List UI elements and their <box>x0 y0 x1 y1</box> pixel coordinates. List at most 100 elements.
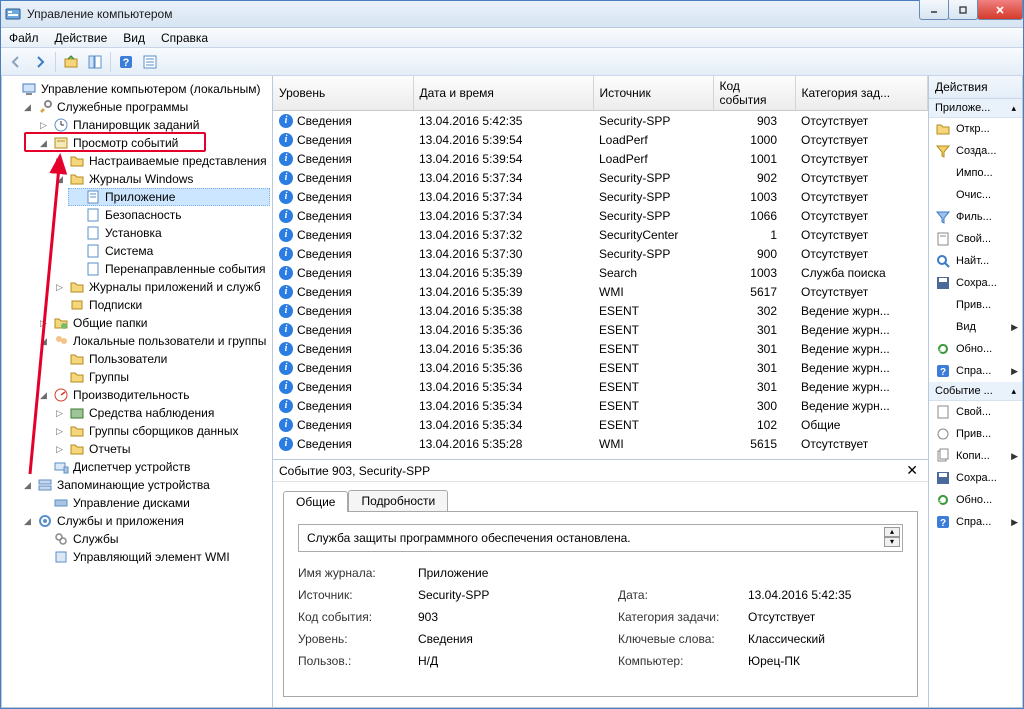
event-row[interactable]: iСведения13.04.2016 5:35:28WMI5615Отсутс… <box>273 434 928 453</box>
event-row[interactable]: iСведения13.04.2016 5:35:39WMI5617Отсутс… <box>273 282 928 301</box>
action-attach-task[interactable]: Прив... <box>929 294 1022 316</box>
menu-view[interactable]: Вид <box>115 29 153 47</box>
help-button[interactable]: ? <box>115 51 137 73</box>
tree-disk-management[interactable]: Управление дисками <box>36 494 270 512</box>
tree-wmi-control[interactable]: Управляющий элемент WMI <box>36 548 270 566</box>
actions-section-application[interactable]: Приложе...▴ <box>929 99 1022 118</box>
event-row[interactable]: iСведения13.04.2016 5:35:39Search1003Слу… <box>273 263 928 282</box>
event-row[interactable]: iСведения13.04.2016 5:35:34ESENT300Веден… <box>273 396 928 415</box>
event-row[interactable]: iСведения13.04.2016 5:37:34Security-SPP1… <box>273 187 928 206</box>
back-button[interactable] <box>5 51 27 73</box>
tree-data-collector-sets[interactable]: ▷Группы сборщиков данных <box>52 422 270 440</box>
tab-general[interactable]: Общие <box>283 491 348 512</box>
properties-button[interactable] <box>139 51 161 73</box>
menu-file[interactable]: Файл <box>1 29 47 47</box>
tree-groups[interactable]: Группы <box>52 368 270 386</box>
tree-event-viewer[interactable]: ◢Просмотр событий <box>36 134 270 152</box>
action-save-events[interactable]: Сохра... <box>929 272 1022 294</box>
spin-up[interactable]: ▴ <box>884 527 900 537</box>
tree-performance[interactable]: ◢Производительность <box>36 386 270 404</box>
action-open-saved-log[interactable]: Откр... <box>929 118 1022 140</box>
tree-services[interactable]: Службы <box>36 530 270 548</box>
action-event-properties[interactable]: Свой... <box>929 401 1022 423</box>
action-copy[interactable]: Копи...▶ <box>929 445 1022 467</box>
action-event-attach-task[interactable]: Прив... <box>929 423 1022 445</box>
col-level[interactable]: Уровень <box>273 76 413 111</box>
tree-services-apps[interactable]: ◢Службы и приложения <box>20 512 270 530</box>
minimize-button[interactable] <box>919 0 949 20</box>
action-refresh-2[interactable]: Обно... <box>929 489 1022 511</box>
tree-custom-views[interactable]: ▷Настраиваемые представления <box>52 152 270 170</box>
tree-shared-folders[interactable]: ▷Общие папки <box>36 314 270 332</box>
event-row[interactable]: iСведения13.04.2016 5:35:34ESENT301Веден… <box>273 377 928 396</box>
tree-application-log[interactable]: Приложение <box>68 188 270 206</box>
up-button[interactable] <box>60 51 82 73</box>
event-row[interactable]: iСведения13.04.2016 5:42:35Security-SPP9… <box>273 111 928 131</box>
action-refresh[interactable]: Обно... <box>929 338 1022 360</box>
tree-users[interactable]: Пользователи <box>52 350 270 368</box>
col-source[interactable]: Источник <box>593 76 713 111</box>
event-row[interactable]: iСведения13.04.2016 5:35:36ESENT301Веден… <box>273 339 928 358</box>
action-create-custom-view[interactable]: Созда... <box>929 140 1022 162</box>
wmi-icon <box>53 549 69 565</box>
tab-details[interactable]: Подробности <box>348 490 448 511</box>
menu-help[interactable]: Справка <box>153 29 216 47</box>
event-row[interactable]: iСведения13.04.2016 5:35:36ESENT301Веден… <box>273 358 928 377</box>
tree-security-log[interactable]: Безопасность <box>68 206 270 224</box>
properties-icon <box>935 404 951 420</box>
actions-section-event[interactable]: Событие ...▴ <box>929 382 1022 401</box>
details-close-button[interactable]: ✕ <box>902 462 922 479</box>
action-filter-log[interactable]: Филь... <box>929 206 1022 228</box>
tree-task-scheduler[interactable]: ▷Планировщик заданий <box>36 116 270 134</box>
expand-icon[interactable]: ◢ <box>22 102 33 113</box>
menu-action[interactable]: Действие <box>47 29 116 47</box>
col-category[interactable]: Категория зад... <box>795 76 928 111</box>
collapse-icon[interactable]: ▷ <box>38 120 49 131</box>
tree-device-manager[interactable]: Диспетчер устройств <box>36 458 270 476</box>
action-import-custom-view[interactable]: Импо... <box>929 162 1022 184</box>
event-row[interactable]: iСведения13.04.2016 5:37:30Security-SPP9… <box>273 244 928 263</box>
tree-system-tools[interactable]: ◢ Служебные программы <box>20 98 270 116</box>
tree-root[interactable]: Управление компьютером (локальным) <box>4 80 270 98</box>
col-event-id[interactable]: Код события <box>713 76 795 111</box>
tree-local-users-groups[interactable]: ◢Локальные пользователи и группы <box>36 332 270 350</box>
tree-forwarded-events[interactable]: Перенаправленные события <box>68 260 270 278</box>
tree-setup-log[interactable]: Установка <box>68 224 270 242</box>
event-row[interactable]: iСведения13.04.2016 5:35:38ESENT302Веден… <box>273 301 928 320</box>
main-area: Управление компьютером (локальным) ◢ Слу… <box>1 76 1023 708</box>
event-list[interactable]: Уровень Дата и время Источник Код событи… <box>273 76 928 459</box>
event-row[interactable]: iСведения13.04.2016 5:37:34Security-SPP1… <box>273 206 928 225</box>
action-help-2[interactable]: ?Спра...▶ <box>929 511 1022 533</box>
tree-monitoring-tools[interactable]: ▷Средства наблюдения <box>52 404 270 422</box>
info-icon: i <box>279 266 293 280</box>
info-icon: i <box>279 285 293 299</box>
event-row[interactable]: iСведения13.04.2016 5:37:32SecurityCente… <box>273 225 928 244</box>
event-description: Служба защиты программного обеспечения о… <box>307 531 631 545</box>
close-button[interactable] <box>977 0 1023 20</box>
tree-windows-logs[interactable]: ◢Журналы Windows <box>52 170 270 188</box>
tree-subscriptions[interactable]: Подписки <box>52 296 270 314</box>
spin-down[interactable]: ▾ <box>884 537 900 547</box>
col-datetime[interactable]: Дата и время <box>413 76 593 111</box>
svg-text:?: ? <box>940 518 946 529</box>
event-row[interactable]: iСведения13.04.2016 5:35:34ESENT102Общие <box>273 415 928 434</box>
tree-app-services-logs[interactable]: ▷Журналы приложений и служб <box>52 278 270 296</box>
action-view[interactable]: Вид▶ <box>929 316 1022 338</box>
action-help[interactable]: ?Спра...▶ <box>929 360 1022 382</box>
event-row[interactable]: iСведения13.04.2016 5:39:54LoadPerf1000О… <box>273 130 928 149</box>
forward-button[interactable] <box>29 51 51 73</box>
log-icon <box>85 225 101 241</box>
action-find[interactable]: Найт... <box>929 250 1022 272</box>
folder-icon <box>69 153 85 169</box>
show-hide-tree-button[interactable] <box>84 51 106 73</box>
event-row[interactable]: iСведения13.04.2016 5:39:54LoadPerf1001О… <box>273 149 928 168</box>
action-clear-log[interactable]: Очис... <box>929 184 1022 206</box>
tree-system-log[interactable]: Система <box>68 242 270 260</box>
action-save-selected[interactable]: Сохра... <box>929 467 1022 489</box>
action-properties[interactable]: Свой... <box>929 228 1022 250</box>
maximize-button[interactable] <box>948 0 978 20</box>
event-row[interactable]: iСведения13.04.2016 5:37:34Security-SPP9… <box>273 168 928 187</box>
event-row[interactable]: iСведения13.04.2016 5:35:36ESENT301Веден… <box>273 320 928 339</box>
tree-reports[interactable]: ▷Отчеты <box>52 440 270 458</box>
tree-storage[interactable]: ◢Запоминающие устройства <box>20 476 270 494</box>
